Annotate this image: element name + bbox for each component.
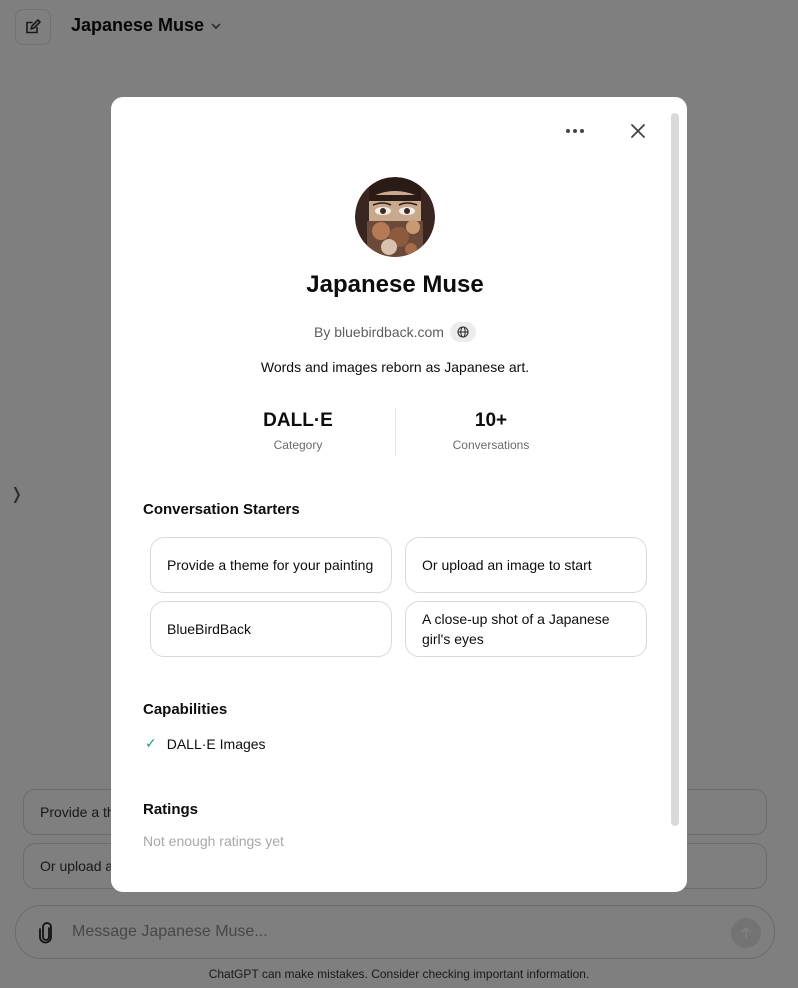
starter-text: Or upload an image to start xyxy=(422,557,592,573)
starter-button[interactable]: Or upload an image to start xyxy=(405,537,647,593)
more-icon xyxy=(566,129,570,133)
stat-category: DALL·E Category xyxy=(203,410,393,452)
author-name: By bluebirdback.com xyxy=(314,324,444,340)
scrollbar[interactable] xyxy=(671,113,679,826)
check-icon: ✓ xyxy=(145,735,157,751)
starters-heading: Conversation Starters xyxy=(143,501,300,518)
more-options-button[interactable] xyxy=(563,121,587,141)
gpt-avatar xyxy=(355,177,435,257)
close-icon[interactable] xyxy=(628,121,648,141)
globe-icon xyxy=(457,326,469,338)
stat-value: 10+ xyxy=(474,410,508,431)
ratings-note: Not enough ratings yet xyxy=(143,833,284,849)
stat-label: Category xyxy=(273,438,323,452)
capability-label: DALL·E Images xyxy=(166,735,266,752)
starter-button[interactable]: BlueBirdBack xyxy=(150,601,392,657)
website-link[interactable] xyxy=(449,322,476,342)
stat-label: Conversations xyxy=(452,438,530,452)
gpt-info-dialog: Japanese Muse By bluebirdback.com Words … xyxy=(111,97,687,892)
starter-button[interactable]: Provide a theme for your painting xyxy=(150,537,392,593)
starter-text: A close-up shot of a Japanese girl's eye… xyxy=(422,611,610,647)
stat-conversations: 10+ Conversations xyxy=(396,410,586,452)
ratings-heading: Ratings xyxy=(143,801,199,818)
stat-value: DALL·E xyxy=(263,410,333,431)
capabilities-heading: Capabilities xyxy=(143,701,228,718)
gpt-description: Words and images reborn as Japanese art. xyxy=(260,359,530,375)
starter-text: BlueBirdBack xyxy=(167,621,252,637)
capability-item: ✓ DALL·E Images xyxy=(145,735,266,752)
starter-text: Provide a theme for your painting xyxy=(167,557,374,573)
author-row: By bluebirdback.com xyxy=(111,322,679,342)
starter-button[interactable]: A close-up shot of a Japanese girl's eye… xyxy=(405,601,647,657)
gpt-name: Japanese Muse xyxy=(306,271,484,298)
